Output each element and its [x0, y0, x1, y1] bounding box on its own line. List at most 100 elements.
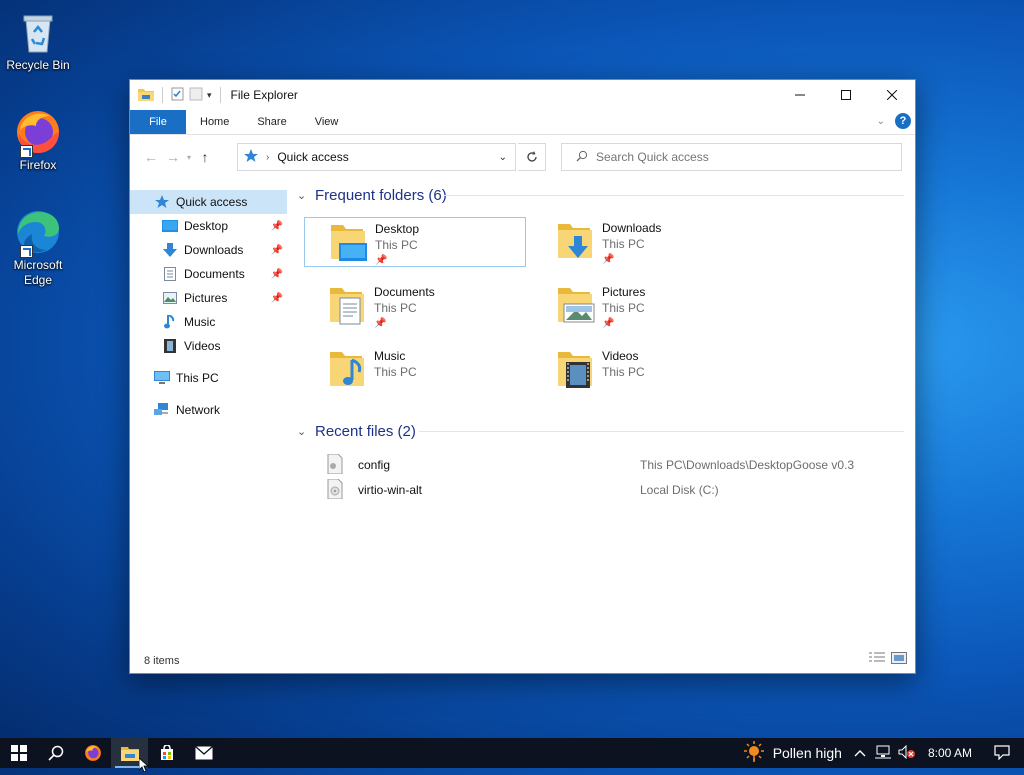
pin-icon: 📌 [270, 292, 283, 304]
sidebar-item-label: Quick access [176, 195, 248, 209]
folder-location: This PC [602, 365, 645, 379]
new-folder-icon[interactable] [189, 87, 203, 104]
notifications-icon[interactable] [994, 744, 1010, 763]
back-button[interactable]: ← [140, 149, 162, 165]
group-title: Recent files (2) [315, 422, 416, 440]
view-switcher [869, 652, 907, 667]
collapse-chevron-icon: ⌄ [297, 425, 307, 438]
weather-text[interactable]: Pollen high [773, 745, 842, 761]
clock-time[interactable]: 8:00 AM [928, 746, 972, 760]
tab-view[interactable]: View [301, 110, 353, 134]
firefox-icon [14, 108, 62, 158]
show-hidden-icons-chevron-icon[interactable] [854, 746, 866, 760]
large-icons-view-icon[interactable] [891, 652, 907, 667]
sidebar-item-network[interactable]: Network [130, 398, 287, 422]
recent-file-row[interactable]: virtio-win-alt Local Disk (C:) [294, 478, 914, 502]
sidebar-item-videos[interactable]: Videos [130, 334, 287, 358]
refresh-button[interactable] [518, 143, 546, 171]
sidebar-item-label: Documents [184, 267, 245, 281]
recent-locations-chevron-icon[interactable]: ▾ [184, 153, 194, 162]
frequent-folders-header[interactable]: ⌄ Frequent folders (6) [294, 184, 915, 206]
file-explorer-icon [120, 747, 139, 761]
folder-tile-documents[interactable]: Documents This PC 📌 [304, 281, 526, 331]
file-name: config [358, 458, 391, 472]
breadcrumb-separator-icon: › [266, 151, 270, 163]
address-bar[interactable]: › Quick access ⌄ [237, 143, 516, 171]
sidebar-item-label: This PC [176, 371, 219, 385]
up-button[interactable]: ↑ [194, 149, 216, 165]
file-location: Local Disk (C:) [640, 483, 719, 497]
tab-home[interactable]: Home [186, 110, 243, 134]
folder-name: Videos [602, 349, 639, 363]
desktop-icon-recycle-bin[interactable]: Recycle Bin [4, 8, 72, 73]
minimize-button[interactable] [777, 80, 823, 110]
title-bar[interactable]: ▾ File Explorer [130, 80, 915, 110]
window-controls [777, 80, 915, 110]
pin-icon: 📌 [602, 254, 615, 265]
desktop-icon-label: Firefox [19, 158, 57, 172]
music-icon [162, 314, 178, 330]
recent-file-row[interactable]: config This PC\Downloads\DesktopGoose v0… [294, 453, 914, 477]
sidebar-item-label: Network [176, 403, 221, 417]
file-explorer-window[interactable]: ▾ File Explorer File Home Share View ⌄ ?… [129, 79, 916, 674]
sidebar-item-music[interactable]: Music [130, 310, 287, 334]
folder-tile-videos[interactable]: Videos This PC [532, 345, 754, 395]
details-view-icon[interactable] [869, 652, 885, 667]
folder-tile-pictures[interactable]: Pictures This PC 📌 [532, 281, 754, 331]
breadcrumb-current[interactable]: Quick access [277, 150, 348, 164]
search-box[interactable] [561, 143, 902, 171]
volume-muted-icon[interactable] [898, 744, 916, 762]
desktop-folder-icon [327, 221, 371, 267]
window-title: File Explorer [230, 88, 298, 102]
sidebar-item-downloads[interactable]: Downloads 📌 [130, 238, 287, 262]
taskbar-store-button[interactable] [148, 738, 185, 768]
folder-name: Music [374, 349, 406, 363]
sidebar-item-this-pc[interactable]: This PC [130, 366, 287, 390]
sidebar-item-documents[interactable]: Documents 📌 [130, 262, 287, 286]
sidebar-item-desktop[interactable]: Desktop 📌 [130, 214, 287, 238]
search-button[interactable] [37, 738, 74, 768]
expand-ribbon-chevron-icon[interactable]: ⌄ [877, 116, 885, 127]
file-name: virtio-win-alt [358, 483, 423, 497]
search-input[interactable] [594, 149, 898, 165]
start-button[interactable] [0, 738, 37, 768]
group-title: Frequent folders (6) [315, 186, 447, 204]
folder-name: Downloads [602, 221, 662, 235]
tab-share[interactable]: Share [243, 110, 300, 134]
explorer-folder-icon [138, 87, 154, 104]
videos-folder-icon [554, 348, 598, 394]
star-icon [154, 194, 170, 210]
pin-icon: 📌 [602, 318, 615, 329]
firefox-icon [84, 745, 101, 761]
folder-location: This PC [375, 238, 418, 252]
taskbar-mail-button[interactable] [185, 738, 222, 768]
file-location: This PC\Downloads\DesktopGoose v0.3 [640, 458, 855, 472]
close-button[interactable] [869, 80, 915, 110]
folder-tile-downloads[interactable]: Downloads This PC 📌 [532, 217, 754, 267]
maximize-button[interactable] [823, 80, 869, 110]
properties-icon[interactable] [171, 87, 185, 104]
forward-button[interactable]: → [162, 149, 184, 165]
customize-toolbar-chevron-icon[interactable]: ▾ [207, 90, 212, 101]
downloads-icon [162, 242, 178, 258]
tab-file[interactable]: File [130, 110, 186, 134]
sidebar-item-label: Downloads [184, 243, 244, 257]
desktop-icon-firefox[interactable]: Firefox [4, 108, 72, 173]
weather-icon[interactable] [743, 740, 765, 766]
store-icon [160, 745, 173, 760]
downloads-folder-icon [554, 220, 598, 266]
ribbon-tabs: File Home Share View ⌄ ? [130, 110, 915, 135]
documents-icon [162, 266, 178, 282]
folder-tile-music[interactable]: Music This PC [304, 345, 526, 395]
folder-tile-desktop[interactable]: Desktop This PC 📌 [304, 217, 526, 267]
help-icon[interactable]: ? [895, 113, 911, 129]
sidebar-item-quick-access[interactable]: Quick access [130, 190, 287, 214]
config-file-icon [326, 453, 344, 477]
address-dropdown-chevron-icon[interactable]: ⌄ [499, 152, 507, 163]
network-disconnected-icon[interactable] [874, 745, 892, 762]
sidebar-item-pictures[interactable]: Pictures 📌 [130, 286, 287, 310]
desktop-icon-label: Microsoft Edge [13, 258, 63, 287]
desktop-icon-edge[interactable]: Microsoft Edge [4, 208, 72, 288]
taskbar-firefox-button[interactable] [74, 738, 111, 768]
recent-files-header[interactable]: ⌄ Recent files (2) [294, 420, 904, 442]
